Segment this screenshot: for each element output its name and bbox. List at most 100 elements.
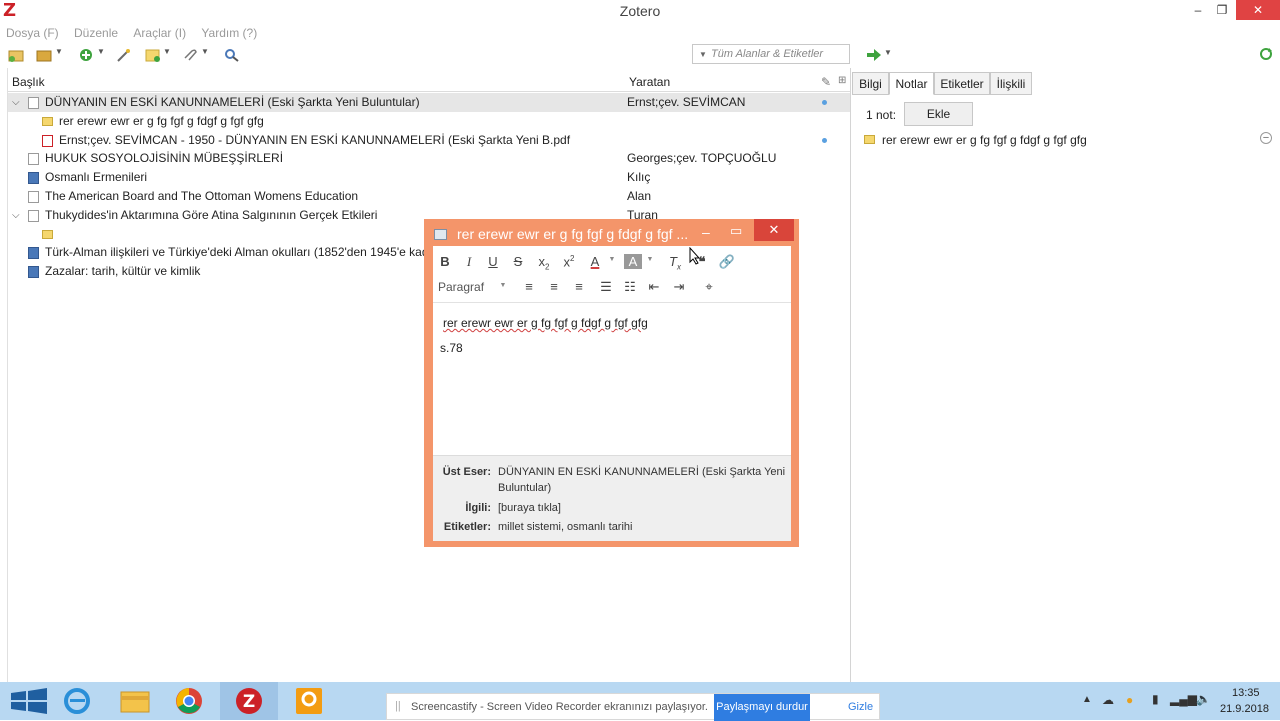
column-picker-icon[interactable]: ⊞: [838, 75, 846, 86]
show-hidden-icons-icon[interactable]: ▲: [1082, 694, 1092, 705]
chevron-down-icon[interactable]: ▼: [603, 256, 621, 263]
note-editor[interactable]: rer erewr ewr er g fg fgf g fdgf g fgf g…: [433, 303, 791, 451]
clock-time[interactable]: 13:35: [1232, 687, 1260, 699]
table-row[interactable]: ⌵ DÜNYANIN EN ESKİ KANUNNAMELERİ (Eski Şa…: [8, 93, 850, 112]
chevron-down-icon[interactable]: ▼: [884, 48, 892, 57]
background-color-icon[interactable]: A: [624, 254, 642, 269]
align-center-icon[interactable]: ≡: [545, 279, 563, 294]
related-link[interactable]: [buraya tıkla]: [498, 502, 561, 514]
remove-note-button[interactable]: −: [1260, 132, 1272, 144]
new-collection-icon[interactable]: [8, 48, 24, 62]
window-title: Zotero: [619, 3, 661, 19]
onedrive-icon[interactable]: ☁: [1102, 693, 1114, 707]
attachment-icon[interactable]: [182, 48, 198, 62]
note-minimize-button[interactable]: –: [702, 224, 710, 240]
clear-formatting-icon[interactable]: Tx: [666, 254, 684, 272]
align-right-icon[interactable]: ≡: [570, 279, 588, 294]
book-icon: [28, 266, 39, 279]
superscript-icon[interactable]: x2: [560, 254, 578, 269]
new-library-icon[interactable]: [36, 48, 52, 62]
note-close-button[interactable]: ✕: [754, 219, 794, 241]
chevron-down-icon[interactable]: ▼: [494, 282, 512, 289]
table-row[interactable]: rer erewr ewr er g fg fgf g fdgf g fgf g…: [8, 112, 850, 131]
chevron-down-icon[interactable]: ▼: [641, 256, 659, 263]
item-pane-splitter[interactable]: [850, 68, 851, 682]
network-icon[interactable]: ▂▄▆: [1170, 692, 1197, 706]
maximize-button[interactable]: ❐: [1206, 0, 1238, 20]
search-input[interactable]: ▼ Tüm Alanlar & Etiketler: [692, 44, 850, 64]
find-replace-icon[interactable]: ⌖: [700, 279, 718, 295]
search-mode-dropdown-icon[interactable]: ▼: [699, 50, 707, 59]
chevron-down-icon[interactable]: ▼: [201, 47, 209, 56]
row-creator: Alan: [627, 189, 652, 203]
bold-icon[interactable]: B: [436, 254, 454, 269]
chevron-down-icon[interactable]: ▼: [163, 47, 171, 56]
title-bar: Z Zotero – ❐ ✕: [0, 0, 1280, 22]
tab-notes[interactable]: Notlar: [889, 72, 934, 95]
pdf-app-icon[interactable]: [280, 682, 338, 720]
tags-value[interactable]: millet sistemi, osmanlı tarihi: [498, 521, 632, 533]
paragraph-format-select[interactable]: Paragraf: [438, 280, 484, 294]
attachment-status-icon[interactable]: [822, 100, 827, 105]
close-button[interactable]: ✕: [1236, 0, 1280, 20]
attachment-status-icon[interactable]: [822, 137, 827, 143]
file-explorer-icon[interactable]: [106, 682, 164, 720]
menu-tools[interactable]: Araçlar (I): [133, 23, 186, 43]
underline-icon[interactable]: U: [484, 254, 502, 269]
volume-icon[interactable]: 🔈: [1196, 692, 1211, 706]
subscript-icon[interactable]: x2: [535, 254, 553, 272]
drag-handle-icon[interactable]: ||: [395, 700, 401, 712]
battery-icon[interactable]: ▮: [1152, 692, 1159, 706]
note-maximize-button[interactable]: ▭: [730, 223, 742, 239]
expand-toggle-icon[interactable]: ⌵: [12, 206, 20, 225]
note-list-item[interactable]: rer erewr ewr er g fg fgf g fdgf g fgf g…: [862, 132, 1272, 148]
italic-icon[interactable]: I: [460, 254, 478, 270]
menu-bar: Dosya (F) Düzenle Araçlar (I) Yardım (?): [0, 23, 263, 43]
outdent-icon[interactable]: ⇤: [645, 279, 663, 295]
app-tray-icon[interactable]: ●: [1126, 693, 1133, 707]
bullet-list-icon[interactable]: ☰: [597, 279, 615, 295]
chrome-icon[interactable]: [160, 682, 218, 720]
add-note-button[interactable]: Ekle: [904, 102, 973, 126]
row-title: Türk-Alman ilişkileri ve Türkiye'deki Al…: [45, 245, 444, 260]
note-icon: [42, 116, 53, 126]
hide-button[interactable]: Gizle: [848, 701, 873, 713]
indent-icon[interactable]: ⇥: [670, 279, 688, 295]
row-creator: Georges;çev. TOPÇUOĞLU: [627, 151, 777, 166]
column-title[interactable]: Başlık: [12, 75, 45, 89]
text-color-icon[interactable]: A: [586, 254, 604, 269]
internet-explorer-icon[interactable]: [48, 682, 106, 720]
magic-wand-icon[interactable]: [116, 48, 132, 62]
chevron-down-icon[interactable]: ▼: [97, 47, 105, 56]
search-icon[interactable]: [224, 48, 240, 62]
table-row[interactable]: Osmanlı Ermenileri Kılıç: [8, 168, 850, 187]
parent-item-link-2[interactable]: Buluntular): [498, 482, 551, 494]
column-creator[interactable]: Yaratan: [629, 75, 670, 89]
menu-file[interactable]: Dosya (F): [6, 23, 59, 43]
table-row[interactable]: HUKUK SOSYOLOJİSİNİN MÜBEŞŞİRLERİ Georges…: [8, 149, 850, 168]
table-row[interactable]: The American Board and The Ottoman Women…: [8, 187, 850, 206]
attachment-column-icon[interactable]: ✎: [821, 75, 831, 89]
zotero-taskbar-icon[interactable]: Z: [220, 682, 278, 720]
stop-sharing-button[interactable]: Paylaşmayı durdur: [714, 694, 810, 721]
tab-related[interactable]: İlişkili: [990, 72, 1032, 95]
sync-icon[interactable]: [1259, 47, 1273, 61]
align-left-icon[interactable]: ≡: [520, 279, 538, 294]
new-item-icon[interactable]: [78, 48, 94, 62]
tab-tags[interactable]: Etiketler: [934, 72, 990, 95]
link-icon[interactable]: 🔗: [718, 254, 736, 270]
chevron-down-icon[interactable]: ▼: [55, 47, 63, 56]
new-note-icon[interactable]: [145, 48, 161, 62]
strikethrough-icon[interactable]: S: [509, 254, 527, 269]
tab-info[interactable]: Bilgi: [852, 72, 889, 95]
sharing-message: Screencastify - Screen Video Recorder ek…: [411, 701, 708, 713]
toolbar: ▼ ▼ ▼ ▼: [0, 44, 1280, 68]
menu-help[interactable]: Yardım (?): [201, 23, 257, 43]
table-row[interactable]: Ernst;çev. SEVİMCAN - 1950 - DÜNYANIN EN…: [8, 131, 850, 150]
expand-toggle-icon[interactable]: ⌵: [12, 93, 20, 112]
parent-item-link-1[interactable]: DÜNYANIN EN ESKİ KANUNNAMELERİ (Eski Şar…: [498, 466, 785, 478]
locate-arrow-icon[interactable]: [866, 48, 882, 62]
numbered-list-icon[interactable]: ☷: [621, 279, 639, 295]
clock-date[interactable]: 21.9.2018: [1220, 703, 1269, 715]
menu-edit[interactable]: Düzenle: [74, 23, 118, 43]
